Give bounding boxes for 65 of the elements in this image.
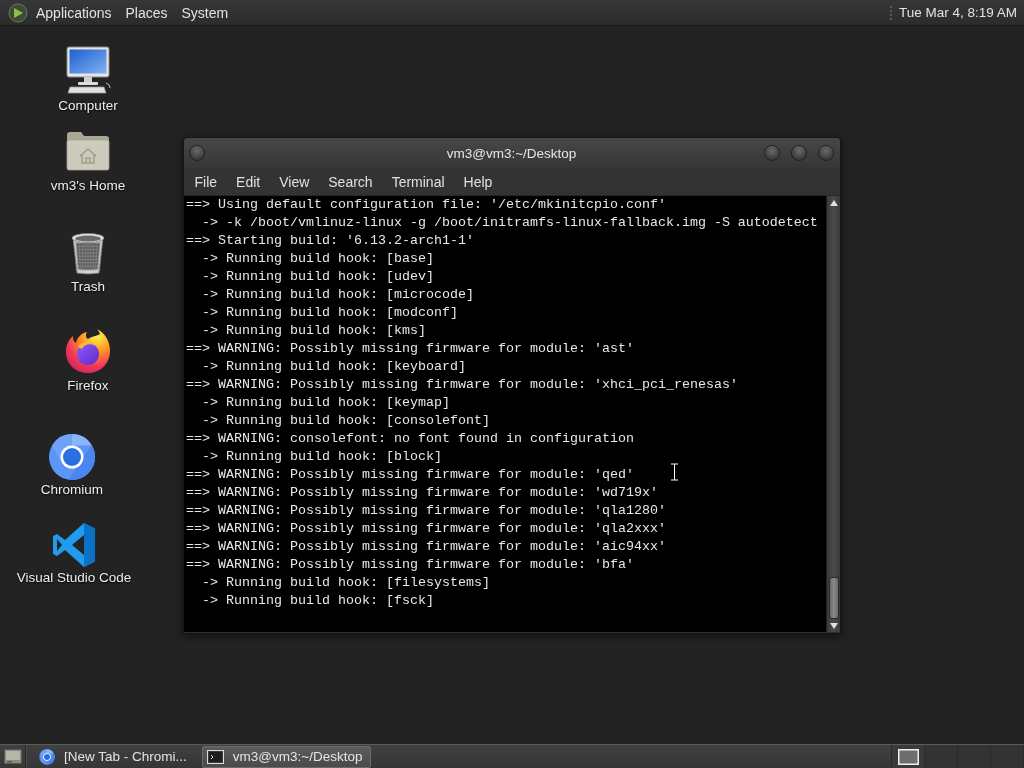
grip-handle-icon[interactable] (888, 4, 893, 21)
scrollbar-thumb[interactable] (828, 577, 839, 619)
panel-menu[interactable]: Applications (30, 2, 118, 23)
terminal-line: -> Running build hook: [keyboard] (201, 358, 466, 376)
terminal-line: -> Running build hook: [modconf] (201, 304, 458, 322)
scrollbar[interactable] (826, 196, 840, 632)
desktop-icon-label[interactable]: Computer (58, 98, 118, 114)
task-label: vm3@vm3:~/Desktop (232, 749, 363, 764)
terminal-line: -> Running build hook: [filesystems] (201, 574, 490, 592)
terminal-line: -> Running build hook: [base] (201, 250, 434, 268)
desktop-icon-label[interactable]: Firefox (67, 378, 109, 394)
firefox-logo-icon[interactable] (64, 327, 112, 375)
desktop-icon-label[interactable]: Trash (71, 279, 105, 295)
menu-item[interactable]: File (185, 170, 227, 193)
chromium-logo-icon[interactable] (39, 748, 55, 765)
menu-item[interactable]: Search (318, 170, 383, 193)
scroll-down-arrow-icon[interactable] (828, 622, 839, 630)
desktop-icon (3, 749, 22, 764)
task-label: [New Tab - Chromi... (64, 749, 187, 764)
text-cursor-icon (670, 463, 679, 481)
mini-window-icon (897, 748, 919, 765)
menu-logo-icon[interactable] (8, 2, 28, 23)
terminal-line: -> Running build hook: [fsck] (201, 592, 434, 610)
scroll-up-arrow-icon[interactable] (828, 199, 839, 207)
terminal-line: ==> WARNING: Possibly missing firmware for module: 'qla1280' (186, 502, 666, 520)
close-button[interactable] (818, 145, 834, 161)
terminal-line: ==> Starting build: '6.13.2-arch1-1' (186, 232, 474, 250)
taskbar-task[interactable]: [New Tab - Chromi... (34, 745, 196, 768)
terminal-line: -> Running build hook: [microcode] (201, 286, 474, 304)
maximize-button[interactable] (791, 145, 807, 161)
terminal-line: ==> Using default configuration file: '/etc/mkinitcpio.conf' (186, 196, 666, 214)
menu-item[interactable]: Edit (226, 170, 270, 193)
menu-item[interactable]: Help (454, 170, 502, 193)
vscode-logo-icon[interactable] (51, 522, 97, 568)
desktop-icon-label[interactable]: Chromium (40, 482, 104, 498)
minimize-button[interactable] (764, 145, 780, 161)
chromium-logo-icon[interactable] (48, 433, 96, 481)
taskbar-task[interactable]: vm3@vm3:~/Desktop (201, 745, 372, 768)
computer-monitor-icon[interactable] (64, 46, 112, 94)
terminal-line: ==> WARNING: Possibly missing firmware for module: 'qed' (186, 466, 634, 484)
terminal-line: -> Running build hook: [keymap] (201, 394, 450, 412)
panel-menu[interactable]: Places (119, 2, 174, 23)
home-folder-icon[interactable] (66, 131, 110, 171)
panel-menu[interactable]: System (175, 2, 235, 23)
terminal-icon (206, 749, 224, 764)
window-menu-button[interactable] (189, 145, 205, 161)
desktop-icon-label[interactable]: vm3's Home (50, 178, 126, 194)
desktop-icon-label[interactable]: Visual Studio Code (16, 570, 132, 586)
terminal-line: -> Running build hook: [block] (201, 448, 442, 466)
menu-item[interactable]: View (269, 170, 319, 193)
terminal-line: ==> WARNING: Possibly missing firmware for module: 'ast' (186, 340, 634, 358)
terminal-line: -> Running build hook: [consolefont] (201, 412, 490, 430)
terminal-line: ==> WARNING: Possibly missing firmware for module: 'bfa' (186, 556, 634, 574)
clock[interactable]: Tue Mar 4, 8:19 AM (894, 3, 1020, 22)
window-title: vm3@vm3:~/Desktop (446, 145, 577, 161)
menu-item[interactable]: Terminal (382, 170, 455, 193)
terminal-line: -> Running build hook: [udev] (201, 268, 434, 286)
terminal-line: -> Running build hook: [kms] (201, 322, 426, 340)
terminal-line: ==> WARNING: Possibly missing firmware for module: 'aic94xx' (186, 538, 666, 556)
terminal-line: ==> WARNING: consolefont: no font found in configuration (186, 430, 634, 448)
workspace-cell[interactable] (892, 745, 925, 768)
terminal-line: ==> WARNING: Possibly missing firmware for module: 'qla2xxx' (186, 520, 666, 538)
terminal-line: -> -k /boot/vmlinuz-linux -g /boot/initramfs-linux-fallback.img -S autodetect (201, 214, 818, 232)
terminal-line: ==> WARNING: Possibly missing firmware for module: 'wd719x' (186, 484, 658, 502)
terminal-line: ==> WARNING: Possibly missing firmware for module: 'xhci_pci_renesas' (186, 376, 738, 394)
